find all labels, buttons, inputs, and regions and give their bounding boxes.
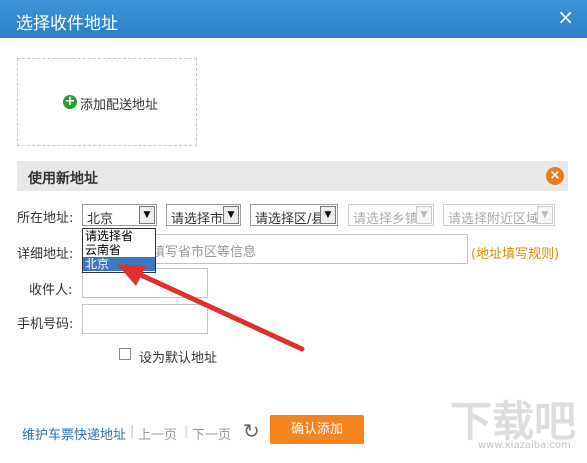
province-option[interactable]: 云南省 bbox=[83, 243, 155, 257]
add-address-label: 添加配送地址 bbox=[80, 98, 159, 113]
nearby-select: 请选择附近区域 ▼ bbox=[443, 204, 555, 227]
chevron-down-icon: ▼ bbox=[320, 206, 336, 224]
province-option[interactable]: 请选择省 bbox=[83, 229, 155, 243]
refresh-icon[interactable]: ↻ bbox=[243, 419, 260, 443]
separator: | bbox=[130, 424, 135, 439]
new-address-title: 使用新地址 bbox=[28, 171, 98, 187]
town-select: 请选择乡镇 ▼ bbox=[348, 204, 434, 227]
recipient-label: 收件人: bbox=[29, 283, 73, 298]
district-value: 请选择区/县 bbox=[255, 212, 325, 227]
city-value: 请选择市 bbox=[171, 212, 224, 227]
phone-label: 手机号码: bbox=[17, 317, 74, 332]
default-address-label: 设为默认地址 bbox=[139, 351, 218, 366]
next-page-link[interactable]: 下一页 bbox=[192, 424, 231, 443]
manage-addresses-link[interactable]: 维护车票快递地址 bbox=[22, 424, 126, 443]
chevron-down-icon: ▼ bbox=[223, 206, 239, 224]
chevron-down-icon: ▼ bbox=[139, 206, 155, 224]
watermark-url: www.xiazaiba.com bbox=[478, 440, 571, 451]
region-label: 所在地址: bbox=[17, 211, 74, 226]
confirm-add-button[interactable]: 确认添加 bbox=[270, 415, 364, 444]
district-select[interactable]: 请选择区/县 ▼ bbox=[250, 204, 338, 227]
separator: | bbox=[184, 424, 189, 439]
dialog-title: 选择收件地址 bbox=[16, 14, 118, 34]
dialog-title-bar: 选择收件地址 × bbox=[0, 0, 587, 38]
chevron-down-icon: ▼ bbox=[416, 206, 432, 224]
chevron-down-icon: ▼ bbox=[537, 206, 553, 224]
city-select[interactable]: 请选择市 ▼ bbox=[166, 204, 241, 227]
province-select[interactable]: 北京 ▼ bbox=[82, 204, 157, 227]
town-value: 请选择乡镇 bbox=[353, 212, 419, 227]
detail-label: 详细地址: bbox=[17, 247, 74, 262]
nearby-value: 请选择附近区域 bbox=[448, 212, 540, 227]
default-address-checkbox[interactable] bbox=[119, 348, 131, 360]
address-rules-link[interactable]: (地址填写规则) bbox=[471, 243, 559, 262]
province-option-selected[interactable]: 北京 bbox=[83, 257, 155, 271]
province-value: 北京 bbox=[87, 212, 114, 227]
province-dropdown-list[interactable]: 请选择省 云南省 北京 bbox=[82, 228, 156, 273]
close-section-icon[interactable]: × bbox=[546, 167, 564, 185]
new-address-header: 使用新地址 × bbox=[17, 161, 568, 191]
add-address-card[interactable]: + 添加配送地址 bbox=[17, 58, 197, 146]
prev-page-link[interactable]: 上一页 bbox=[138, 424, 177, 443]
phone-input[interactable] bbox=[82, 304, 208, 334]
add-icon: + bbox=[63, 94, 77, 109]
detail-placeholder: 填写省市区等信息 bbox=[152, 245, 257, 260]
dialog-close-button[interactable]: × bbox=[557, 7, 574, 27]
